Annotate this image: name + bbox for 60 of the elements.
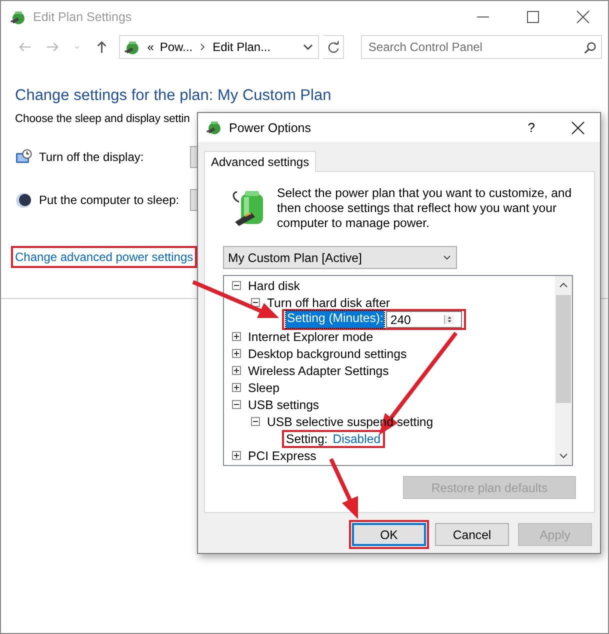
spin-arrows-icon[interactable] [444, 315, 454, 324]
tree-item[interactable]: Sleep [248, 380, 280, 394]
refresh-button[interactable] [323, 35, 344, 59]
collapse-icon[interactable] [232, 281, 241, 290]
expand-icon[interactable] [232, 451, 241, 460]
search-icon [584, 40, 597, 54]
tree-item[interactable]: Turn off hard disk after [267, 296, 390, 310]
advanced-settings-link[interactable]: Change advanced power settings [15, 250, 194, 264]
expand-icon[interactable] [232, 332, 241, 341]
help-button[interactable]: ? [528, 120, 535, 135]
setting-label[interactable]: Setting (Minutes): [286, 311, 384, 328]
collapse-icon[interactable] [251, 298, 260, 307]
dropdown-field[interactable] [190, 146, 197, 168]
description-text: Choose the sleep and display settin [15, 113, 191, 125]
search-input[interactable]: Search Control Panel [368, 40, 584, 54]
chevron-up-icon[interactable] [559, 281, 568, 290]
address-bar[interactable]: « Pow... Edit Plan... [119, 35, 320, 59]
refresh-icon [326, 40, 340, 54]
breadcrumb[interactable]: Pow... [160, 40, 193, 54]
dialog-title: Power Options [229, 120, 312, 134]
plan-dropdown[interactable]: My Custom Plan [Active] [223, 246, 457, 269]
tree-item[interactable]: Wireless Adapter Settings [248, 364, 389, 378]
monitor-clock-icon [15, 148, 32, 166]
dialog-button[interactable]: OK [352, 523, 426, 546]
setting-label: Put the computer to sleep: [39, 193, 180, 207]
number-field[interactable]: 240 [386, 311, 462, 328]
window-title: Edit Plan Settings [33, 10, 133, 24]
dropdown-field[interactable] [190, 189, 197, 211]
setting-label[interactable]: Setting: [286, 432, 328, 446]
breadcrumb[interactable]: Edit Plan... [212, 40, 271, 54]
tree-item[interactable]: PCI Express [248, 448, 316, 462]
tree-item[interactable]: USB settings [248, 398, 320, 412]
tree-item[interactable]: Internet Explorer mode [248, 330, 374, 344]
intro-text: Select the power plan that you want to customize, and then choose settings that reflect how you want your computer to manage power. [277, 186, 573, 231]
tab[interactable]: Advanced settings [204, 151, 316, 172]
power-plan-icon [10, 8, 27, 26]
collapse-icon[interactable] [232, 400, 241, 409]
expand-icon[interactable] [232, 383, 241, 392]
close-icon[interactable] [571, 120, 585, 134]
close-icon[interactable] [575, 9, 591, 25]
setting-label: Turn off the display: [39, 150, 145, 164]
tree-item[interactable]: Hard disk [248, 278, 300, 292]
chevron-right-icon [198, 43, 207, 51]
power-plan-icon [124, 38, 142, 56]
moon-icon [15, 192, 32, 208]
scrollbar[interactable] [555, 276, 572, 465]
tree-item[interactable]: Desktop background settings [248, 346, 407, 360]
dialog-button[interactable]: Cancel [435, 523, 509, 546]
expand-icon[interactable] [232, 349, 241, 358]
expand-icon[interactable] [232, 366, 241, 375]
setting-value-link[interactable]: Disabled [332, 432, 381, 446]
page-heading: Change settings for the plan: My Custom Plan [15, 87, 332, 105]
scroll-thumb[interactable] [556, 295, 571, 403]
search-field[interactable]: Search Control Panel [361, 35, 602, 59]
power-plan-icon [206, 119, 223, 136]
maximize-icon[interactable] [525, 9, 541, 25]
collapse-icon[interactable] [251, 417, 260, 426]
chevron-down-icon [442, 252, 452, 262]
overflow-chevron[interactable]: « [147, 40, 154, 54]
chevron-down-icon[interactable] [559, 451, 568, 460]
